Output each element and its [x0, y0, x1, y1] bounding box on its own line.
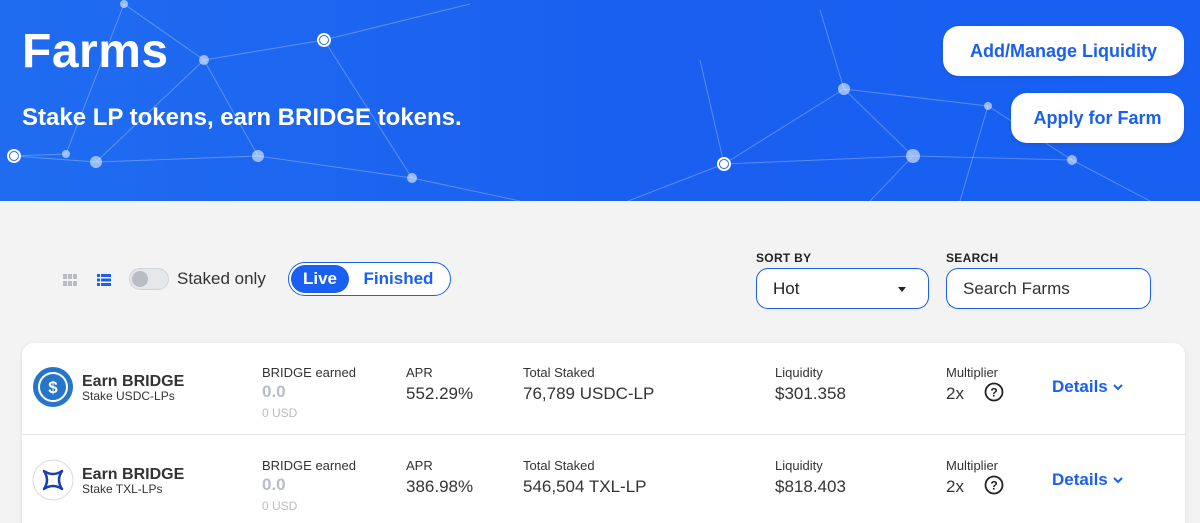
grid-view-icon[interactable] — [63, 274, 77, 286]
svg-text:?: ? — [990, 479, 997, 493]
search-label: SEARCH — [946, 251, 999, 265]
farm-list: $ Earn BRIDGE Stake USDC-LPs BRIDGE earn… — [22, 343, 1185, 523]
farm-subtitle: Stake TXL-LPs — [82, 482, 163, 496]
liquidity-label: Liquidity — [775, 365, 823, 380]
search-input[interactable] — [946, 268, 1151, 309]
help-icon[interactable]: ? — [984, 382, 1004, 402]
earned-value: 0.0 — [262, 475, 286, 494]
svg-text:$: $ — [48, 378, 58, 397]
svg-text:?: ? — [990, 386, 997, 400]
total-staked-value: 546,504 TXL-LP — [523, 477, 647, 496]
chevron-down-icon — [1113, 476, 1123, 483]
apply-for-farm-button[interactable]: Apply for Farm — [1011, 93, 1184, 143]
page-title: Farms — [22, 25, 169, 78]
chevron-down-icon — [1113, 383, 1123, 390]
multiplier-value: 2x — [946, 384, 964, 403]
usdc-icon: $ — [33, 367, 73, 407]
earned-label: BRIDGE earned — [262, 458, 356, 473]
txl-icon — [32, 459, 74, 501]
farm-row[interactable]: Earn BRIDGE Stake TXL-LPs BRIDGE earned … — [22, 436, 1185, 523]
details-button[interactable]: Details — [1052, 377, 1123, 397]
staked-only-label: Staked only — [177, 269, 266, 288]
earned-label: BRIDGE earned — [262, 365, 356, 380]
list-view-icon[interactable] — [97, 274, 111, 286]
apr-label: APR — [406, 365, 433, 380]
hero-banner: Farms Stake LP tokens, earn BRIDGE token… — [0, 0, 1200, 201]
farm-row[interactable]: $ Earn BRIDGE Stake USDC-LPs BRIDGE earn… — [22, 343, 1185, 435]
caret-down-icon — [898, 287, 906, 292]
sort-select-value: Hot — [773, 278, 800, 298]
total-staked-value: 76,789 USDC-LP — [523, 384, 655, 403]
tab-finished[interactable]: Finished — [349, 265, 448, 293]
help-icon[interactable]: ? — [984, 475, 1004, 495]
details-label: Details — [1052, 470, 1108, 489]
liquidity-label: Liquidity — [775, 458, 823, 473]
apr-label: APR — [406, 458, 433, 473]
apr-value: 386.98% — [406, 477, 474, 496]
live-finished-tabs: Live Finished — [288, 262, 451, 296]
earned-value: 0.0 — [262, 382, 286, 401]
farm-subtitle: Stake USDC-LPs — [82, 389, 175, 403]
details-button[interactable]: Details — [1052, 470, 1123, 490]
details-label: Details — [1052, 377, 1108, 396]
tab-live[interactable]: Live — [291, 265, 349, 293]
earned-usd: 0 USD — [262, 499, 298, 513]
sort-by-label: SORT BY — [756, 251, 812, 265]
multiplier-label: Multiplier — [946, 458, 999, 473]
multiplier-value: 2x — [946, 477, 964, 496]
liquidity-value: $818.403 — [775, 477, 846, 496]
liquidity-value: $301.358 — [775, 384, 846, 403]
page-subtitle: Stake LP tokens, earn BRIDGE tokens. — [22, 104, 462, 131]
multiplier-label: Multiplier — [946, 365, 999, 380]
sort-select[interactable]: Hot — [756, 268, 929, 309]
total-staked-label: Total Staked — [523, 365, 595, 380]
earned-usd: 0 USD — [262, 406, 298, 420]
add-manage-liquidity-button[interactable]: Add/Manage Liquidity — [943, 26, 1184, 76]
toggle-knob — [132, 271, 148, 287]
staked-only-toggle[interactable] — [129, 268, 169, 290]
apr-value: 552.29% — [406, 384, 474, 403]
total-staked-label: Total Staked — [523, 458, 595, 473]
